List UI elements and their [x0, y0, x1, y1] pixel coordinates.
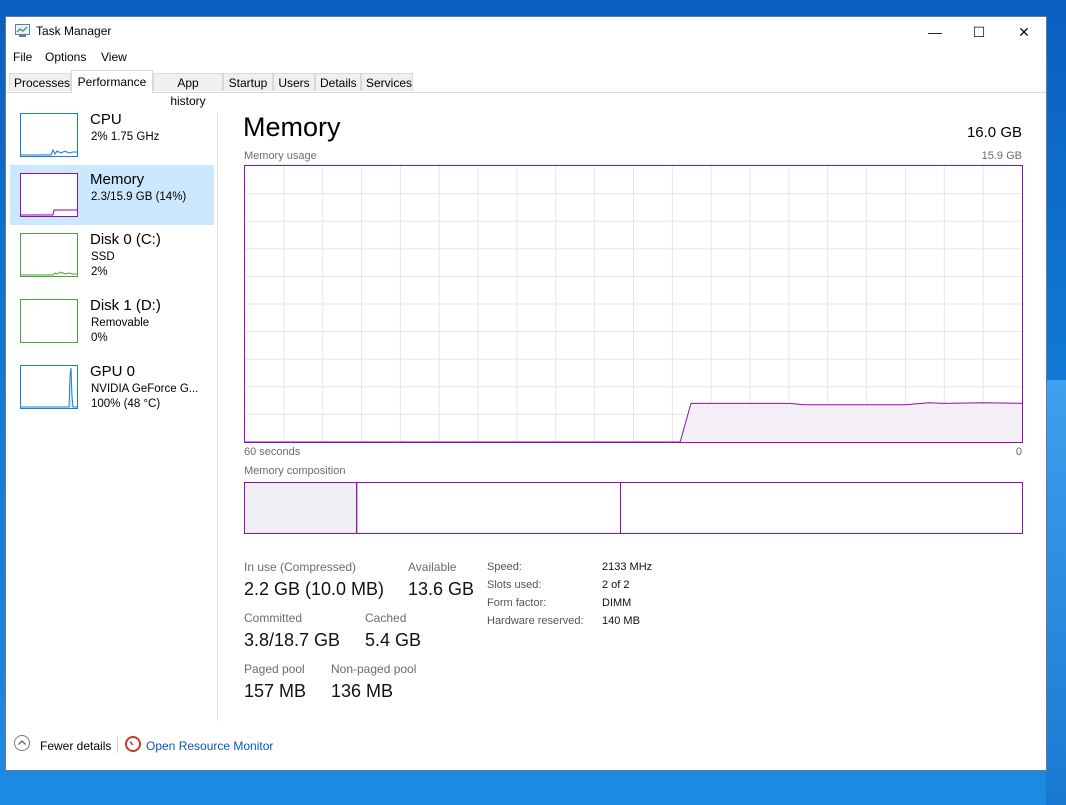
- sidebar-item-subtitle: Removable: [91, 317, 150, 329]
- sidebar-item-title: GPU 0: [90, 363, 136, 380]
- gpu-graph-thumbnail: [20, 365, 78, 409]
- sidebar-item-title: Disk 1 (D:): [90, 297, 161, 314]
- memory-usage-graph: [244, 165, 1023, 443]
- total-memory: 16.0 GB: [966, 124, 1022, 141]
- sidebar-item-memory[interactable]: Memory 2.3/15.9 GB (14%): [10, 165, 214, 225]
- speed-value: 2133 MHz: [602, 561, 653, 573]
- menu-bar: File Options View: [6, 48, 1046, 68]
- graph-axis-left-label: 60 seconds: [244, 446, 301, 458]
- hardware-reserved-label: Hardware reserved:: [487, 615, 584, 627]
- maximize-button[interactable]: ☐: [956, 17, 1002, 47]
- tab-performance[interactable]: Performance: [71, 70, 153, 93]
- close-icon: ✕: [1018, 23, 1030, 40]
- tab-app-history[interactable]: App history: [153, 73, 223, 108]
- hardware-reserved-value: 140 MB: [602, 615, 640, 627]
- footer-separator: [117, 737, 118, 753]
- minimize-button[interactable]: —: [912, 17, 958, 47]
- page-title: Memory: [243, 112, 341, 142]
- window-title: Task Manager: [36, 24, 112, 38]
- sidebar-divider: [217, 113, 218, 721]
- composition-segment-free[interactable]: [621, 483, 1022, 533]
- sidebar-item-title: Memory: [90, 171, 145, 188]
- sidebar-item-subtitle: SSD: [91, 251, 115, 263]
- task-manager-window: Task Manager — ☐ ✕ File Options View Pro…: [5, 16, 1047, 771]
- tab-details[interactable]: Details: [315, 73, 361, 91]
- sidebar-item-title: Disk 0 (C:): [90, 231, 161, 248]
- tab-users[interactable]: Users: [273, 73, 315, 91]
- menu-options[interactable]: Options: [45, 50, 86, 64]
- memory-usage-max: 15.9 GB: [981, 150, 1022, 162]
- memory-usage-label: Memory usage: [244, 150, 317, 162]
- paged-pool-label: Paged pool: [244, 662, 305, 676]
- sidebar-item-gpu-0[interactable]: GPU 0 NVIDIA GeForce G... 100% (48 °C): [10, 357, 214, 417]
- fewer-details-link[interactable]: Fewer details: [40, 739, 111, 753]
- title-bar[interactable]: Task Manager — ☐ ✕: [6, 17, 1046, 47]
- committed-value: 3.8/18.7 GB: [244, 630, 341, 650]
- task-manager-icon: [15, 24, 30, 37]
- sidebar-item-subtitle: 2.3/15.9 GB (14%): [91, 191, 187, 203]
- memory-composition-bar: [244, 482, 1023, 534]
- desktop-background: [1046, 380, 1066, 805]
- sidebar-item-detail: 2%: [91, 266, 108, 278]
- sidebar-item-title: CPU: [90, 111, 122, 128]
- tab-services[interactable]: Services: [361, 73, 413, 91]
- graph-axis-right-label: 0: [1015, 446, 1022, 458]
- tab-processes[interactable]: Processes: [9, 73, 71, 91]
- cached-label: Cached: [365, 611, 407, 625]
- sidebar-item-disk-0[interactable]: Disk 0 (C:) SSD 2%: [10, 225, 214, 285]
- form-factor-label: Form factor:: [487, 597, 547, 609]
- sidebar-item-subtitle: 2% 1.75 GHz: [91, 131, 160, 143]
- committed-label: Committed: [244, 611, 303, 625]
- non-paged-pool-label: Non-paged pool: [331, 662, 417, 676]
- fewer-details-button[interactable]: [14, 735, 30, 751]
- menu-file[interactable]: File: [13, 50, 32, 64]
- sidebar-item-disk-1[interactable]: Disk 1 (D:) Removable 0%: [10, 291, 214, 351]
- menu-view[interactable]: View: [101, 50, 127, 64]
- tab-startup[interactable]: Startup: [223, 73, 273, 91]
- resource-monitor-icon: [125, 736, 141, 752]
- tab-bar: Processes Performance App history Startu…: [6, 70, 1046, 108]
- in-use-value: 2.2 GB (10.0 MB): [244, 579, 385, 599]
- paged-pool-value: 157 MB: [244, 681, 307, 701]
- available-label: Available: [408, 560, 457, 574]
- sidebar-item-cpu[interactable]: CPU 2% 1.75 GHz: [10, 105, 214, 165]
- composition-segment-standby[interactable]: [358, 483, 622, 533]
- minimize-icon: —: [928, 24, 942, 40]
- close-button[interactable]: ✕: [1001, 17, 1047, 47]
- sidebar-item-subtitle: NVIDIA GeForce G...: [91, 383, 199, 395]
- speed-label: Speed:: [487, 561, 522, 573]
- non-paged-pool-value: 136 MB: [331, 681, 394, 701]
- form-factor-value: DIMM: [602, 597, 632, 609]
- performance-sidebar: CPU 2% 1.75 GHz Memory 2.3/15.9 GB (14%)…: [6, 93, 218, 723]
- composition-segment-in-use[interactable]: [245, 483, 357, 533]
- cpu-graph-thumbnail: [20, 113, 78, 157]
- sidebar-item-detail: 100% (48 °C): [91, 398, 161, 410]
- available-value: 13.6 GB: [408, 579, 475, 599]
- maximize-icon: ☐: [972, 23, 986, 40]
- open-resource-monitor-link[interactable]: Open Resource Monitor: [146, 739, 273, 753]
- slots-used-label: Slots used:: [487, 579, 542, 591]
- memory-usage-plot: [245, 166, 1023, 443]
- chevron-up-icon: [18, 740, 26, 745]
- memory-graph-thumbnail: [20, 173, 78, 217]
- cached-value: 5.4 GB: [365, 630, 422, 650]
- sidebar-item-detail: 0%: [91, 332, 108, 344]
- in-use-label: In use (Compressed): [244, 560, 357, 574]
- disk-graph-thumbnail: [20, 299, 78, 343]
- disk-graph-thumbnail: [20, 233, 78, 277]
- memory-composition-label: Memory composition: [244, 465, 346, 477]
- slots-used-value: 2 of 2: [602, 579, 630, 591]
